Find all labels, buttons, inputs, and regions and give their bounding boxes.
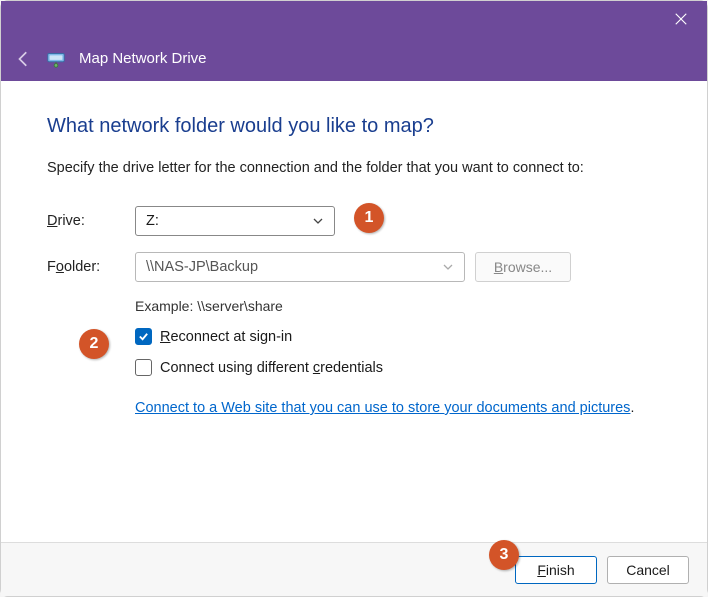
- network-drive-icon: [45, 48, 67, 70]
- window-title: Map Network Drive: [79, 50, 207, 67]
- credentials-row: Connect using different credentials: [135, 359, 661, 376]
- annotation-badge-1: 1: [354, 203, 384, 233]
- reconnect-label: Reconnect at sign-in: [160, 329, 292, 345]
- drive-select[interactable]: Z:: [135, 206, 335, 236]
- browse-button: Browse...: [475, 252, 571, 282]
- check-icon: [138, 331, 149, 342]
- folder-value: \\NAS-JP\Backup: [146, 259, 258, 275]
- chevron-down-icon: [312, 215, 324, 227]
- content-area: What network folder would you like to ma…: [1, 81, 707, 544]
- chevron-down-icon: [442, 261, 454, 273]
- annotation-badge-3: 3: [489, 540, 519, 570]
- close-icon: [674, 12, 688, 26]
- page-heading: What network folder would you like to ma…: [47, 115, 661, 138]
- drive-label: Drive:: [47, 213, 135, 229]
- finish-button[interactable]: Finish: [515, 556, 597, 584]
- titlebar: [1, 1, 707, 36]
- example-text: Example: \\server\share: [135, 298, 661, 314]
- reconnect-checkbox[interactable]: [135, 328, 152, 345]
- credentials-checkbox[interactable]: [135, 359, 152, 376]
- header: Map Network Drive: [1, 36, 707, 81]
- footer: 3 Finish Cancel: [1, 542, 707, 596]
- annotation-badge-2: 2: [79, 329, 109, 359]
- instruction-text: Specify the drive letter for the connect…: [47, 160, 661, 176]
- credentials-label: Connect using different credentials: [160, 360, 383, 376]
- back-arrow-icon: [15, 50, 33, 68]
- drive-value: Z:: [146, 213, 159, 229]
- folder-row: Foolder: \\NAS-JP\Backup Browse...: [47, 252, 661, 282]
- close-button[interactable]: [667, 7, 695, 31]
- reconnect-row: Reconnect at sign-in: [135, 328, 661, 345]
- website-link-row: Connect to a Web site that you can use t…: [135, 390, 661, 416]
- cancel-button[interactable]: Cancel: [607, 556, 689, 584]
- website-link[interactable]: Connect to a Web site that you can use t…: [135, 400, 630, 416]
- folder-input[interactable]: \\NAS-JP\Backup: [135, 252, 465, 282]
- back-button[interactable]: [15, 50, 33, 68]
- folder-label: Foolder:: [47, 259, 135, 275]
